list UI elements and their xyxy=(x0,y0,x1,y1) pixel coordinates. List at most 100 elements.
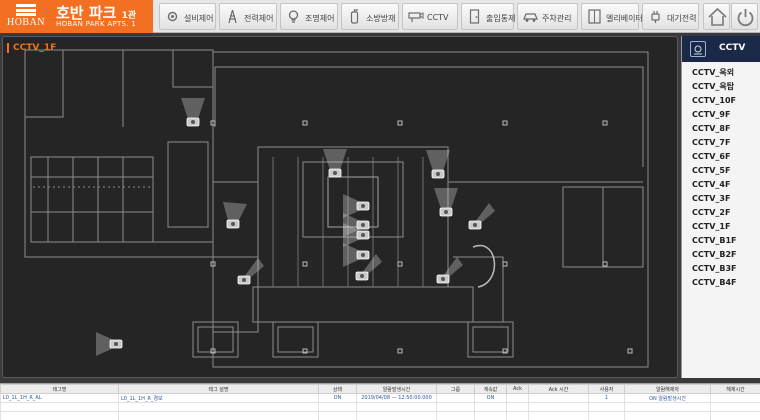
sidebar-item[interactable]: CCTV_8F xyxy=(682,122,760,136)
table-cell: L0_1L_1H_R_경보 xyxy=(118,393,319,403)
table-cell xyxy=(506,393,529,403)
sidebar-item[interactable]: CCTV_B4F xyxy=(682,276,760,290)
nav-button-label: 조명제어 xyxy=(305,14,335,23)
power-button[interactable] xyxy=(731,3,758,30)
sidebar-item[interactable]: CCTV_B1F xyxy=(682,234,760,248)
table-row-empty xyxy=(0,411,760,420)
cctv-icon xyxy=(407,8,424,25)
home-icon xyxy=(708,7,727,26)
nav-button-4[interactable]: CCTV xyxy=(402,3,458,30)
table-cell xyxy=(624,411,711,420)
table-cell: L0_1L_1H_R_AL xyxy=(0,393,119,403)
cctv-camera-icon[interactable] xyxy=(323,149,347,178)
cctv-camera-icon[interactable] xyxy=(181,98,205,127)
nav-button-label: 설비제어 xyxy=(184,14,214,23)
cctv-camera-icon[interactable] xyxy=(237,258,264,285)
car-icon xyxy=(522,8,539,25)
nav-button-label: 소방방재 xyxy=(366,14,396,23)
hoban-logo: HOBAN xyxy=(4,4,48,29)
power-tower-icon xyxy=(224,8,241,25)
app-window: HOBAN 호반 파크 1관 HOBAN PARK APTS. 1 설비제어 전력… xyxy=(0,0,760,420)
table-row-empty xyxy=(0,402,760,412)
table-cell xyxy=(528,411,589,420)
sidebar-item[interactable]: CCTV_B3F xyxy=(682,262,760,276)
sidebar-item[interactable]: CCTV_10F xyxy=(682,94,760,108)
column-header[interactable]: 알람해제자 xyxy=(624,384,711,394)
table-cell xyxy=(356,411,437,420)
table-cell xyxy=(588,411,625,420)
column-header[interactable]: 그룹 xyxy=(436,384,475,394)
sidebar-item[interactable]: CCTV_7F xyxy=(682,136,760,150)
nav-button-label: 주차관리 xyxy=(542,14,572,23)
column-header[interactable]: 상태 xyxy=(318,384,357,394)
nav-button-8[interactable]: 대기전력 xyxy=(642,3,699,30)
nav-button-5[interactable]: 출입통제 xyxy=(461,3,516,30)
table-cell xyxy=(506,411,529,420)
cctv-camera-icon[interactable] xyxy=(343,243,370,267)
site-subtitle: HOBAN PARK APTS. 1 xyxy=(56,20,137,28)
nav-button-3[interactable]: 소방방재 xyxy=(341,3,399,30)
column-header[interactable]: 해제시간 xyxy=(710,384,760,394)
sidebar-item[interactable]: CCTV_4F xyxy=(682,178,760,192)
cctv-camera-icon[interactable] xyxy=(426,150,450,179)
column-header[interactable]: Ack 시간 xyxy=(528,384,589,394)
cctv-monitor-icon xyxy=(690,41,706,57)
cctv-camera-icon[interactable] xyxy=(468,203,495,230)
table-cell: 1 xyxy=(588,393,625,403)
sidebar-item[interactable]: CCTV_B2F xyxy=(682,248,760,262)
cctv-camera-icon[interactable] xyxy=(96,332,123,356)
cctv-camera-icon[interactable] xyxy=(434,188,458,217)
table-cell xyxy=(474,402,507,412)
nav-button-2[interactable]: 조명제어 xyxy=(280,3,338,30)
table-cell xyxy=(436,402,475,412)
table-cell xyxy=(318,411,357,420)
nav-button-7[interactable]: 엘리베이터 xyxy=(581,3,643,30)
sidebar-item[interactable]: CCTV_6F xyxy=(682,150,760,164)
table-cell xyxy=(710,402,760,412)
cctv-camera-icon[interactable] xyxy=(343,194,370,218)
nav-button-0[interactable]: 설비제어 xyxy=(159,3,216,30)
sidebar-item[interactable]: CCTV_3F xyxy=(682,192,760,206)
cctv-camera-icon[interactable] xyxy=(223,202,247,229)
power-icon xyxy=(737,9,754,27)
table-body: L0_1L_1H_R_AL L0_1L_1H_R_경보 ON 2019/04/08 —… xyxy=(0,393,760,420)
plug-icon xyxy=(647,8,664,25)
column-header[interactable]: Ack xyxy=(506,384,529,394)
column-header[interactable]: 알람발생시간 xyxy=(356,384,437,394)
nav-button-label: CCTV xyxy=(427,13,449,22)
home-button[interactable] xyxy=(703,3,730,30)
floor-title: CCTV_1F xyxy=(7,43,56,53)
table-cell xyxy=(528,393,589,403)
table-row[interactable]: L0_1L_1H_R_AL L0_1L_1H_R_경보 ON 2019/04/08 —… xyxy=(0,393,760,403)
table-cell xyxy=(528,402,589,412)
column-header[interactable]: 계속값 xyxy=(474,384,507,394)
elevator-icon xyxy=(586,8,603,25)
alarm-table: 태그명 태그 설명 상태 알람발생시간 그룹 계속값 Ack Ack 시간 사용자 알람해제자 해제… xyxy=(0,383,760,420)
table-cell xyxy=(506,402,529,412)
sidebar-item[interactable]: CCTV_옥외 xyxy=(682,66,760,80)
nav-button-6[interactable]: 주차관리 xyxy=(517,3,578,30)
table-cell xyxy=(0,402,119,412)
column-header[interactable]: 태그 설명 xyxy=(118,384,319,394)
sidebar-item[interactable]: CCTV_9F xyxy=(682,108,760,122)
cctv-camera-icon[interactable] xyxy=(436,257,463,284)
nav-button-label: 대기전력 xyxy=(667,14,697,23)
sidebar-item[interactable]: CCTV_1F xyxy=(682,220,760,234)
sidebar-item[interactable]: CCTV_2F xyxy=(682,206,760,220)
brand-block: HOBAN 호반 파크 1관 HOBAN PARK APTS. 1 xyxy=(0,0,153,33)
column-header[interactable]: 사용자 xyxy=(588,384,625,394)
bulb-icon xyxy=(285,8,302,25)
nav-button-1[interactable]: 전력제어 xyxy=(219,3,277,30)
sidebar-item[interactable]: CCTV_5F xyxy=(682,164,760,178)
table-cell xyxy=(710,393,760,403)
sidebar-item[interactable]: CCTV_옥탑 xyxy=(682,80,760,94)
column-header[interactable]: 태그명 xyxy=(0,384,119,394)
sidebar-title: CCTV xyxy=(719,43,746,53)
table-cell xyxy=(474,411,507,420)
table-cell xyxy=(436,393,475,403)
nav-button-label: 출입통제 xyxy=(486,14,516,23)
top-toolbar: HOBAN 호반 파크 1관 HOBAN PARK APTS. 1 설비제어 전력… xyxy=(0,0,760,33)
table-cell: ON xyxy=(474,393,507,403)
table-header-row: 태그명 태그 설명 상태 알람발생시간 그룹 계속값 Ack Ack 시간 사용자 알람해제자 해제… xyxy=(0,384,760,394)
table-cell xyxy=(118,402,319,412)
